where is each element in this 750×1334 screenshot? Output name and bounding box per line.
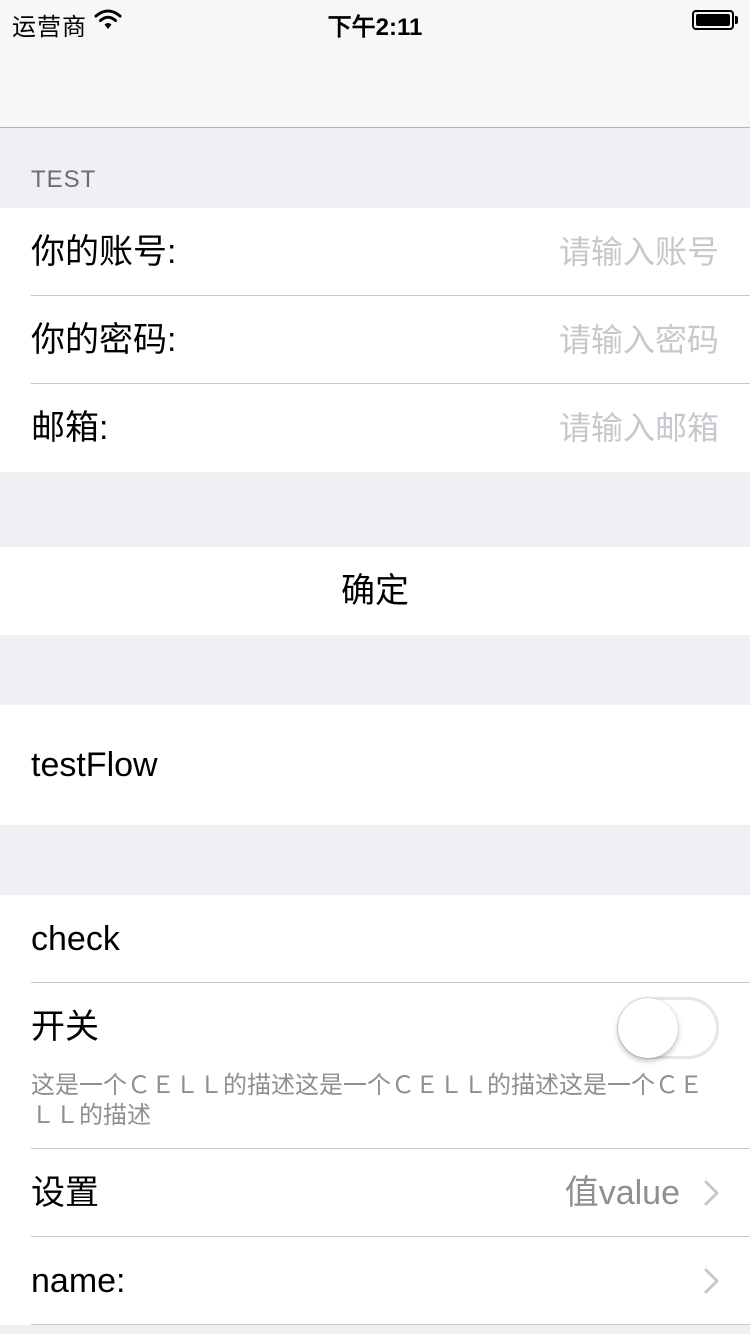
test-flow-label: testFlow [31,746,158,784]
account-row: 你的账号: [0,208,750,296]
toggle-switch[interactable] [617,997,719,1059]
email-label: 邮箱: [31,409,109,447]
setting-row[interactable]: 设置 值value [0,1149,750,1237]
setting-value: 值value [564,1174,680,1212]
switch-knob [618,998,678,1058]
settings-group: check 开关 这是一个ＣＥＬＬ的描述这是一个ＣＥＬＬ的描述这是一个ＣＥＬＬ的… [0,895,750,1325]
password-label: 你的密码: [31,321,177,359]
chevron-right-icon [704,1268,719,1294]
login-form-group: 你的账号: 你的密码: 邮箱: [0,208,750,472]
email-input[interactable] [419,406,719,450]
account-input[interactable] [419,230,719,274]
app-screen: 运营商 下午2:11 TEST 你的账号: 你的密码: 邮箱: [0,0,750,1334]
switch-row: 开关 这是一个ＣＥＬＬ的描述这是一个ＣＥＬＬ的描述这是一个ＣＥＬＬ的描述 [0,983,750,1149]
navigation-bar: 运营商 下午2:11 [0,0,750,128]
password-row: 你的密码: [0,296,750,384]
switch-label: 开关 [31,1008,99,1046]
status-time: 下午2:11 [327,14,423,41]
row-separator [31,1324,750,1325]
name-label: name: [31,1262,126,1300]
status-bar: 运营商 下午2:11 [0,0,750,41]
flow-group: testFlow [0,705,750,825]
battery-icon [692,10,738,30]
check-row[interactable]: check [0,895,750,983]
section-header-test: TEST [31,166,97,193]
email-row: 邮箱: [0,384,750,472]
name-row[interactable]: name: [0,1237,750,1325]
test-flow-row[interactable]: testFlow [0,705,750,825]
password-input[interactable] [419,318,719,362]
account-label: 你的账号: [31,233,177,271]
check-label: check [31,920,120,958]
confirm-group: 确定 [0,547,750,635]
confirm-button[interactable]: 确定 [0,547,750,635]
chevron-right-icon [704,1180,719,1206]
switch-description: 这是一个ＣＥＬＬ的描述这是一个ＣＥＬＬ的描述这是一个ＣＥＬＬ的描述 [31,1072,703,1129]
setting-label: 设置 [31,1174,99,1212]
